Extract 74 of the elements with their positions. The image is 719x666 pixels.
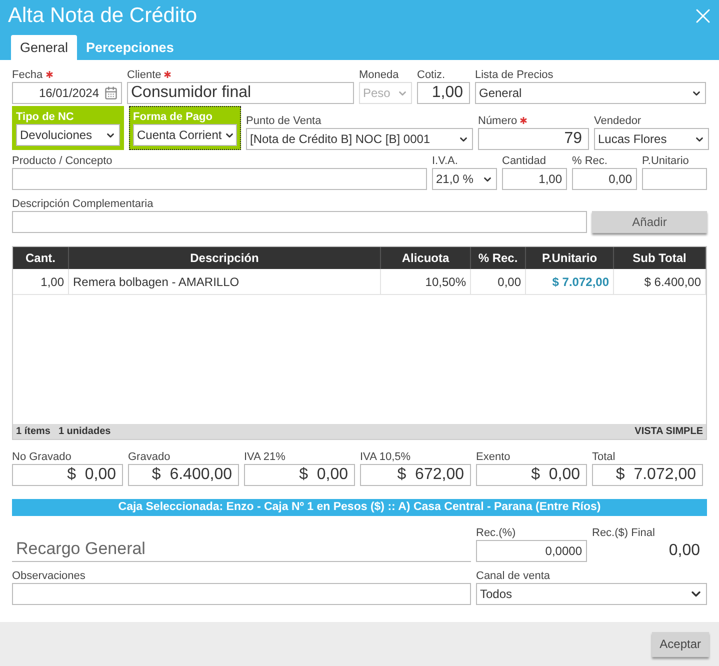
text-field[interactable] [12,168,427,190]
accept-button[interactable]: Aceptar [652,632,709,656]
table-cell: 0,00 [471,269,526,295]
number-field[interactable] [642,168,707,190]
field-label: Fecha [12,68,43,80]
field-label: % Rec. [572,154,608,166]
field-label: Descripción Complementaria [12,198,154,210]
cash-register-banner: Caja Seleccionada: Enzo - Caja Nº 1 en Pesos ($) :: A) Casa Central - Parana (Entre Ríos) [12,499,707,516]
number-field[interactable]: 1,00 [417,82,470,104]
table-cell: 10,50% [381,269,471,295]
total-field: $ 6.400,00 [128,464,239,486]
field-label: IVA 10,5% [360,450,411,462]
field-label: Forma de Pago [133,110,212,122]
field-label: Punto de Venta [246,114,322,126]
table-cell: $ 6.400,00 [614,269,706,295]
field-label: Observaciones [12,570,86,582]
required-icon [164,71,172,78]
field-label: Exento [476,450,510,462]
select-field[interactable]: Devoluciones [16,124,120,146]
select-field[interactable]: [Nota de Crédito B] NOC [B] 0001 [246,128,473,150]
field-label: Rec.(%) [476,526,516,538]
column-header: Cant. [13,247,69,269]
field-label: Cotiz. [417,68,446,80]
field-label: Tipo de NC [16,110,74,122]
column-header: Sub Total [614,247,706,269]
summary-text: 1 ítems [16,426,50,437]
field-label: Producto / Concepto [12,154,112,166]
required-icon [46,71,53,78]
field-label: P.Unitario [642,154,689,166]
total-field: $ 0,00 [12,464,123,486]
field-label: Rec.($) Final [592,526,655,538]
total-field: $ 0,00 [244,464,355,486]
table-cell: Remera bolbagen - AMARILLO [69,269,381,295]
column-header: Descripción [69,247,381,269]
summary-text: 1 unidades [58,426,111,437]
field-label: Cliente [127,68,162,80]
field-label: Cantidad [502,154,546,166]
notes-field[interactable] [12,583,471,605]
field-label: I.V.A. [432,154,458,166]
table-cell: 1,00 [13,269,69,295]
field-label: Vendedor [594,114,642,126]
field-label: IVA 21% [244,450,286,462]
view-link[interactable]: VISTA SIMPLE [634,426,703,437]
text-field[interactable]: Consumidor final [127,82,354,104]
field-label: Gravado [128,450,170,462]
column-header: P.Unitario [526,247,614,269]
field-label: Canal de venta [476,570,550,582]
required-icon [520,117,528,124]
number-field[interactable]: 1,00 [502,168,567,190]
date-field[interactable]: 16/01/2024 [12,82,122,104]
select-field[interactable]: General [475,82,706,104]
field-label: Lista de Precios [475,68,554,80]
field-label: Total [592,450,616,462]
field-label: Moneda [359,68,399,80]
select-field[interactable]: Lucas Flores [594,128,709,150]
total-field: $ 672,00 [360,464,471,486]
table-cell: $ 7.072,00 [526,269,614,295]
column-header: Alicuota [381,247,471,269]
number-field[interactable]: 79 [478,128,589,150]
number-field[interactable]: 0,00 [572,168,637,190]
window-title: Alta Nota de Crédito [8,4,198,28]
total-field: $ 0,00 [476,464,587,486]
select-field[interactable]: 21,0 % [432,168,497,190]
tab[interactable]: General [11,35,78,60]
select-field[interactable]: Cuenta Corrient [133,124,237,146]
calendar-icon[interactable] [104,86,118,100]
total-field: $ 7.072,00 [592,464,703,486]
percent-field[interactable]: 0,0000 [476,540,587,562]
column-header: % Rec. [471,247,526,269]
text-field[interactable] [12,211,587,233]
select-field[interactable]: Todos [476,583,707,605]
field-label: Número [478,114,518,126]
add-button[interactable]: Añadir [592,211,707,233]
field-label: No Gravado [12,450,72,462]
